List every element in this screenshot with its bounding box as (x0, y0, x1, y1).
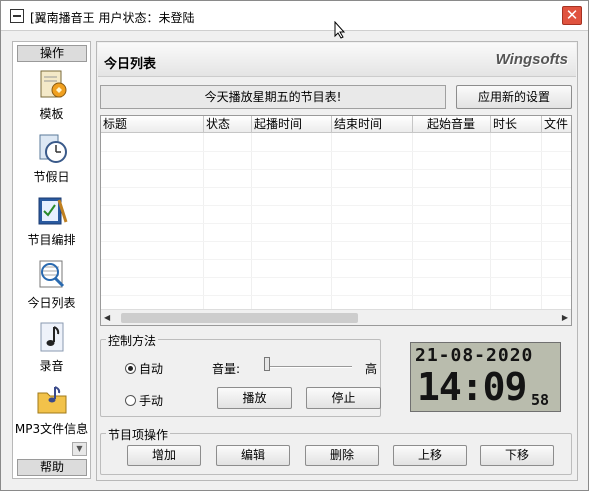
grid-line (331, 133, 332, 309)
music-note-icon (40, 322, 63, 352)
program-table[interactable]: 标题 状态 起播时间 结束时间 起始音量 时长 文件 ◀ ▶ (100, 115, 572, 326)
volume-slider-track[interactable] (264, 366, 352, 368)
grid-line (101, 151, 571, 152)
program-item-ops-title: 节目项操作 (106, 426, 171, 443)
sidebar-item-holiday[interactable]: 节假日 (13, 131, 90, 193)
grid-line (101, 295, 571, 296)
sidebar-item-label: 模板 (39, 107, 64, 121)
brand-logo: Wingsofts (495, 51, 568, 68)
window-menu-icon[interactable] (10, 9, 24, 23)
grid-line (101, 169, 571, 170)
column-header-start-time[interactable]: 起播时间 (252, 116, 332, 133)
grid-line (203, 133, 204, 309)
scrollbar-thumb[interactable] (121, 313, 358, 323)
column-header-duration[interactable]: 时长 (491, 116, 542, 133)
grid-line (101, 205, 571, 206)
close-button[interactable]: ✕ (562, 6, 582, 25)
sidebar-item-label: MP3文件信息 (14, 422, 89, 436)
delete-button[interactable]: 删除 (305, 445, 379, 466)
auto-label: 自动 (139, 362, 164, 376)
sidebar-item-record[interactable]: 录音 (13, 320, 90, 382)
manual-label: 手动 (139, 394, 164, 408)
column-header-title[interactable]: 标题 (101, 116, 204, 133)
column-header-status[interactable]: 状态 (204, 116, 252, 133)
column-header-end-time[interactable]: 结束时间 (332, 116, 413, 133)
scroll-left-icon[interactable]: ◀ (104, 313, 110, 322)
grid-line (101, 223, 571, 224)
sidebar-item-label: 录音 (39, 359, 64, 373)
control-method-group: 控制方法 自动 手动 音量: 高 播放 停止 (100, 332, 381, 417)
grid-line (490, 133, 491, 309)
clock-date: 21-08-2020 (415, 345, 534, 366)
sidebar-item-mp3-info[interactable]: MP3文件信息 (13, 383, 90, 445)
control-method-title: 控制方法 (106, 332, 159, 349)
app-window: [翼南播音王 用户状态：未登陆 ✕ 操作 模板 节假日 节目编排 今日列表 录音… (0, 0, 589, 491)
holiday-clock-icon (39, 134, 67, 163)
grid-line (101, 187, 571, 188)
today-list-icon (39, 260, 64, 288)
folder-music-icon (37, 386, 66, 414)
scroll-right-icon[interactable]: ▶ (562, 313, 568, 322)
window-title: [翼南播音王 用户状态：未登陆 (30, 11, 195, 25)
radio-selected-icon (125, 363, 136, 374)
sidebar-item-template[interactable]: 模板 (13, 68, 90, 130)
sidebar-item-label: 节目编排 (27, 233, 76, 247)
program-item-ops-group: 节目项操作 增加 编辑 删除 上移 下移 (100, 426, 572, 475)
horizontal-scrollbar[interactable]: ◀ ▶ (101, 309, 571, 325)
help-button[interactable]: 帮助 (17, 459, 87, 476)
grid-line (541, 133, 542, 309)
stop-button[interactable]: 停止 (306, 387, 381, 409)
move-up-button[interactable]: 上移 (393, 445, 467, 466)
sidebar-item-label: 今日列表 (27, 296, 76, 310)
grid-line (101, 259, 571, 260)
edit-button[interactable]: 编辑 (216, 445, 290, 466)
main-panel: 今日列表 Wingsofts 今天播放星期五的节目表! 应用新的设置 标题 状态… (96, 41, 578, 481)
table-header: 标题 状态 起播时间 结束时间 起始音量 时长 文件 (101, 116, 571, 133)
clock-time: 14:09 (417, 365, 527, 409)
template-icon (40, 70, 66, 98)
add-button[interactable]: 增加 (127, 445, 201, 466)
grid-line (251, 133, 252, 309)
manual-radio[interactable]: 手动 (125, 392, 163, 409)
sidebar-item-today-list[interactable]: 今日列表 (13, 257, 90, 319)
sidebar-item-label: 节假日 (33, 170, 70, 184)
column-header-file[interactable]: 文件 (542, 116, 571, 133)
title-bar: [翼南播音王 用户状态：未登陆 ✕ (1, 1, 588, 39)
grid-line (412, 133, 413, 309)
sidebar-scroll-down-button[interactable]: ▼ (72, 442, 87, 456)
sidebar-header: 操作 (17, 45, 87, 62)
play-button[interactable]: 播放 (217, 387, 292, 409)
mouse-cursor-icon (334, 21, 346, 39)
grid-line (101, 241, 571, 242)
apply-settings-button[interactable]: 应用新的设置 (456, 85, 572, 109)
volume-slider-thumb[interactable] (264, 357, 270, 371)
page-title: 今日列表 (104, 57, 157, 72)
move-down-button[interactable]: 下移 (480, 445, 554, 466)
panel-header: 今日列表 Wingsofts (98, 43, 576, 77)
lcd-clock: 21-08-2020 14:09 58 (410, 342, 561, 412)
radio-unselected-icon (125, 395, 136, 406)
volume-high-label: 高 (365, 362, 378, 376)
clock-seconds: 58 (531, 391, 550, 409)
sidebar-item-schedule[interactable]: 节目编排 (13, 194, 90, 256)
grid-line (101, 277, 571, 278)
column-header-start-volume[interactable]: 起始音量 (413, 116, 491, 133)
schedule-notice: 今天播放星期五的节目表! (100, 85, 446, 109)
auto-radio[interactable]: 自动 (125, 360, 163, 377)
sidebar: 操作 模板 节假日 节目编排 今日列表 录音 MP3文件信息 ▼ 帮助 (12, 41, 91, 479)
schedule-edit-icon (38, 197, 67, 225)
volume-label: 音量: (212, 362, 241, 376)
